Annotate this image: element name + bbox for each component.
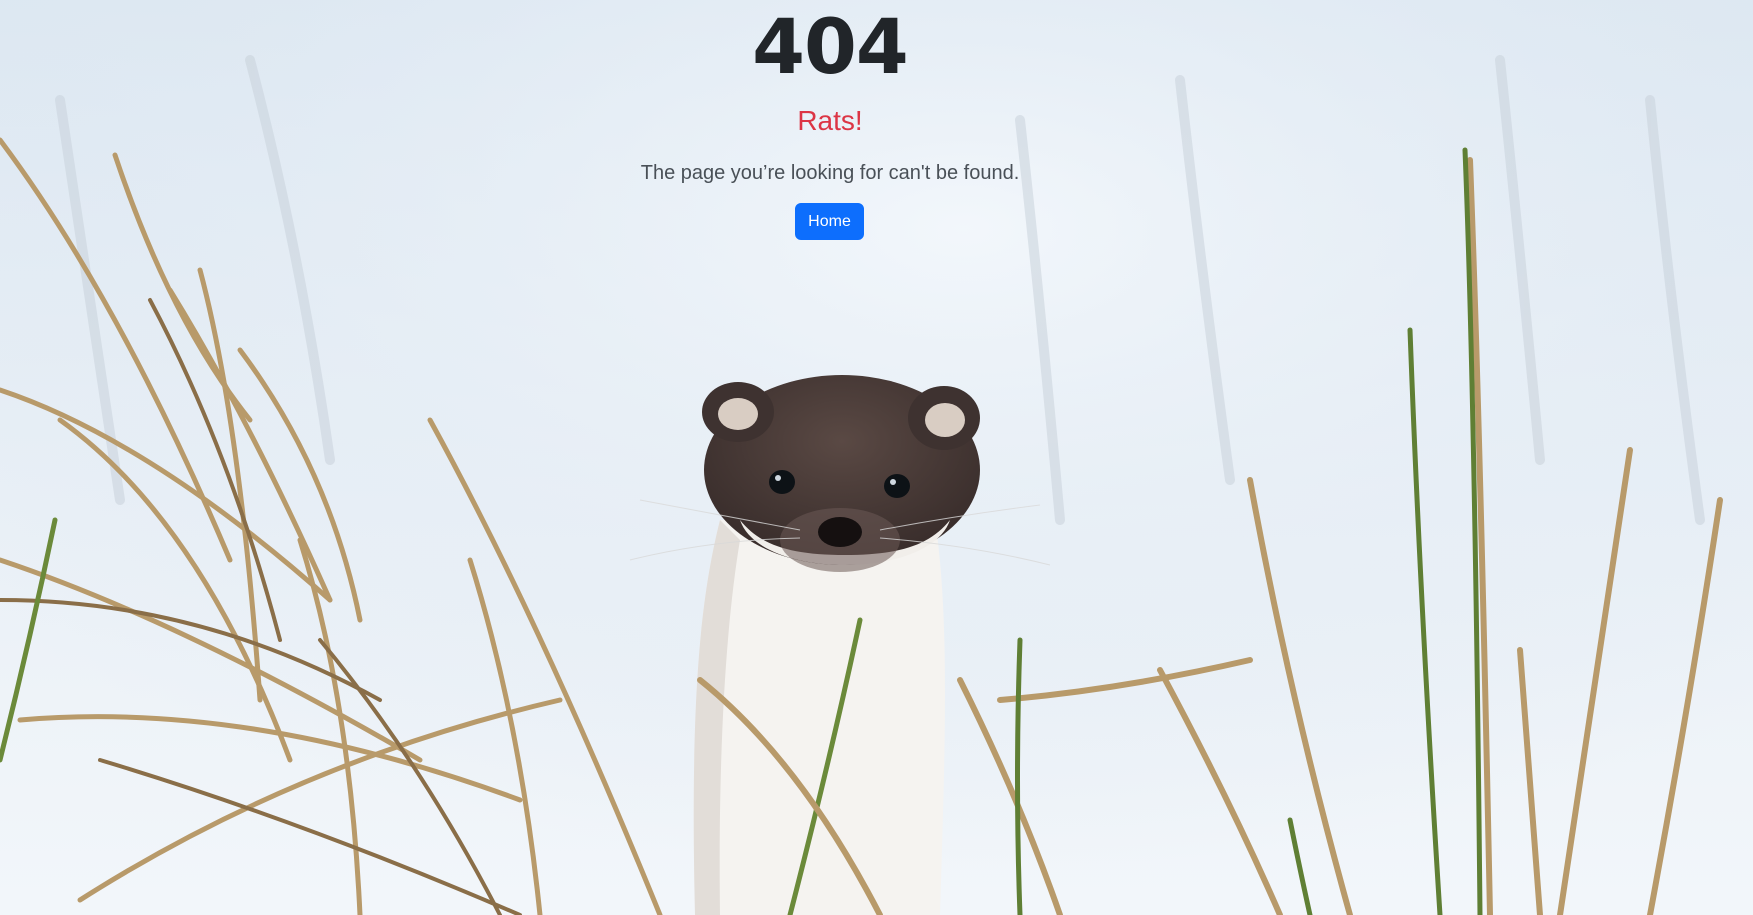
error-title: Rats! bbox=[797, 105, 863, 136]
error-code: 404 bbox=[752, 2, 909, 91]
error-message: The page you’re looking for can't be fou… bbox=[640, 162, 1020, 184]
home-button[interactable]: Home bbox=[795, 203, 864, 240]
